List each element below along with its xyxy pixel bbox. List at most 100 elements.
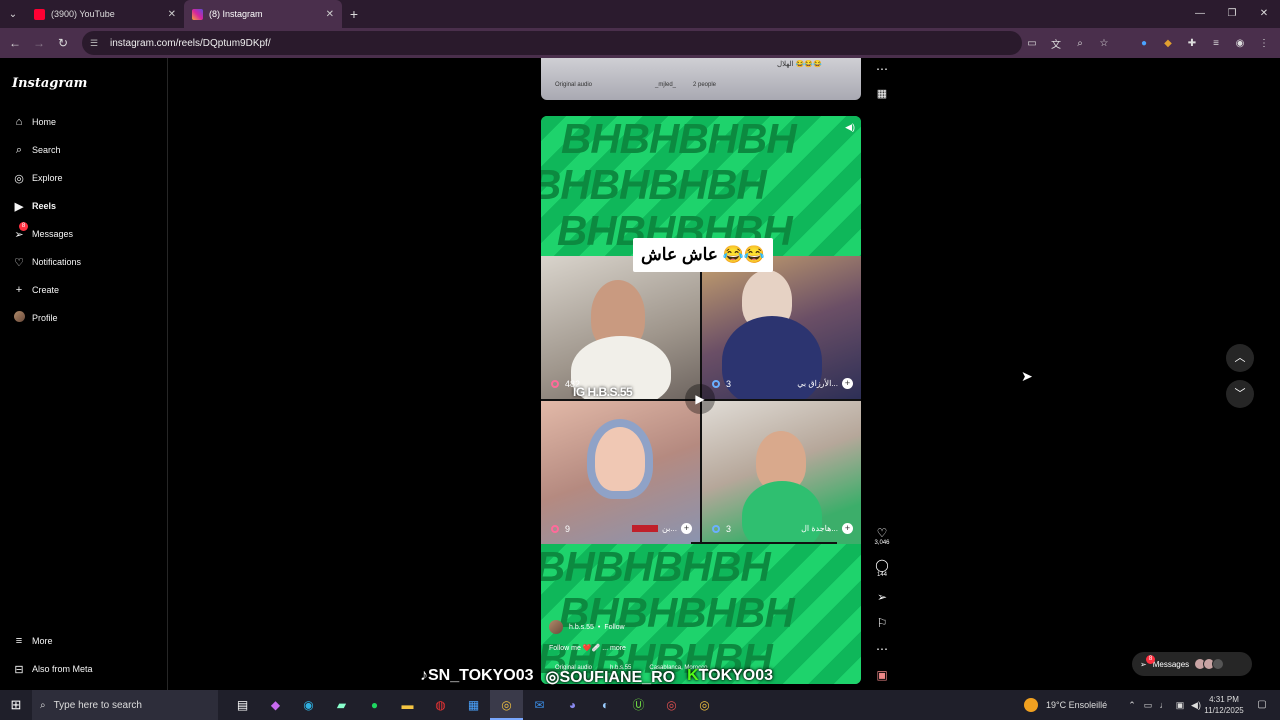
app-icon[interactable]: ▰ [325, 690, 358, 720]
sidebar-item-meta[interactable]: ⊟ Also from Meta [12, 659, 93, 679]
task-view-icon[interactable]: ▤ [226, 690, 259, 720]
tiktok-handle: ♪SN_TOKYO03 [420, 667, 534, 684]
extension-icon[interactable]: ◆ [1156, 38, 1180, 49]
audio-thumbnail[interactable]: ▣ [872, 668, 892, 682]
plus-icon: + [15, 284, 23, 296]
store-icon[interactable]: ▦ [457, 690, 490, 720]
install-app-icon[interactable]: ▭ [1020, 38, 1044, 49]
comment-icon: ◯ [875, 558, 889, 572]
sidebar-item-create[interactable]: + Create [12, 280, 59, 300]
browser-menu-icon[interactable]: ⋮ [1252, 38, 1276, 49]
bookmark-star-icon[interactable]: ☆ [1092, 38, 1116, 49]
sidebar-item-more[interactable]: ≡ More [12, 631, 53, 651]
discord-icon[interactable]: ◕ [556, 690, 589, 720]
forward-button[interactable]: → [27, 36, 51, 50]
author-username[interactable]: h.b.s.55 [569, 624, 594, 631]
plus-icon[interactable]: + [842, 378, 853, 389]
sidebar-item-notifications[interactable]: ♡ Notifications [12, 252, 81, 272]
previous-reel[interactable]: الهلال 😂😂😂 Original audio _mjled_ 2 peop… [541, 58, 861, 100]
sidebar-item-label: Search [32, 145, 61, 155]
close-icon[interactable]: ✕ [168, 9, 176, 20]
windows-taskbar: ⊞ ⌕ Type here to search ▤ ◆ ◉ ▰ ● ▬ ◍ ▦ … [0, 690, 1280, 720]
reload-button[interactable]: ↻ [51, 36, 75, 50]
sidebar-item-label: Messages [32, 229, 74, 239]
comment-button[interactable]: ◯ 144 [872, 558, 892, 578]
browser-toolbar: ▭ 文 ⌕ ☆ ● ◆ ✚ ≡ ◉ ⋮ [1020, 28, 1276, 58]
sidebar-item-messages[interactable]: ➢ 8 Messages [12, 221, 74, 244]
upwork-icon[interactable]: Ⓤ [622, 690, 655, 720]
media-control-icon[interactable]: ≡ [1204, 38, 1228, 49]
microphone-icon[interactable]: ♩ [1156, 700, 1172, 710]
tab-instagram[interactable]: (8) Instagram ✕ [184, 0, 342, 28]
reel-video[interactable]: BHBHBHBH BHBHBHBH BHBHBHBH ◀) 482 IG H.B… [541, 116, 861, 684]
back-button[interactable]: ← [3, 36, 27, 50]
chevron-up-icon: ︿ [1234, 352, 1246, 364]
extension-icon[interactable]: ● [1132, 38, 1156, 49]
clock-date: 11/12/2025 [1204, 706, 1244, 715]
close-window-button[interactable]: ✕ [1248, 0, 1280, 28]
profile-avatar[interactable]: ◉ [1228, 38, 1252, 49]
sidebar-item-search[interactable]: ⌕ Search [12, 140, 61, 160]
tab-youtube[interactable]: (3900) YouTube ✕ [26, 0, 184, 28]
app-icon[interactable]: ◍ [424, 690, 457, 720]
network-icon[interactable]: ▣ [1172, 700, 1188, 711]
instagram-logo[interactable]: Instagram [12, 76, 87, 91]
send-icon: ➢ [876, 590, 888, 604]
avatar[interactable] [549, 620, 563, 634]
chevron-up-icon[interactable]: ⌃ [1124, 700, 1140, 711]
file-explorer-icon[interactable]: ▬ [391, 690, 424, 720]
zoom-icon[interactable]: ⌕ [1068, 38, 1092, 49]
previous-reel-button[interactable]: ︿ [1226, 344, 1254, 372]
sidebar-item-profile[interactable]: Profile [12, 308, 58, 328]
save-button[interactable]: ⚐ [872, 616, 892, 630]
share-button[interactable]: ➢ [872, 590, 892, 604]
tab-title: (8) Instagram [209, 9, 263, 19]
tab-search-button[interactable]: ⌄ [0, 0, 26, 28]
notification-icon[interactable]: ▢ [1252, 690, 1272, 720]
taskbar-search[interactable]: ⌕ Type here to search [32, 690, 218, 720]
sidebar-item-reels[interactable]: ▶ Reels [12, 196, 56, 216]
play-icon[interactable]: ▶ [685, 384, 715, 414]
sidebar-item-home[interactable]: ⌂ Home [12, 112, 56, 132]
reel-caption-text[interactable]: Follow me ❤️🩹 ... more [549, 644, 626, 652]
new-tab-button[interactable]: + [342, 6, 366, 22]
sidebar-item-label: Create [32, 285, 60, 295]
system-clock[interactable]: 4:31 PM 11/12/2025 [1200, 694, 1248, 716]
minimize-button[interactable]: — [1184, 0, 1216, 28]
weather-widget[interactable]: 19°C Ensoleillé [1024, 690, 1107, 720]
sidebar-item-explore[interactable]: ◎ Explore [12, 168, 62, 188]
steam-icon[interactable]: ◐ [589, 690, 622, 720]
edge-icon[interactable]: ◉ [292, 690, 325, 720]
battery-icon[interactable]: ▭ [1140, 700, 1156, 711]
extensions-puzzle-icon[interactable]: ✚ [1180, 38, 1204, 49]
cell-count: 3 [726, 524, 732, 534]
plus-icon[interactable]: + [842, 523, 853, 534]
volume-icon[interactable]: ◀) [845, 122, 855, 133]
more-options-button[interactable]: ⋯ [872, 642, 892, 656]
close-icon[interactable]: ✕ [326, 9, 334, 20]
messages-pill[interactable]: ➢ 8 Messages [1132, 652, 1252, 676]
url-field[interactable]: ☰ instagram.com/reels/DQptum9DKpf/ [82, 31, 1022, 55]
copilot-icon[interactable]: ◆ [259, 690, 292, 720]
follow-button[interactable]: Follow [604, 624, 624, 631]
plus-icon[interactable]: + [681, 523, 692, 534]
prev-more-icon[interactable]: ⋯ [872, 60, 892, 78]
kick-handle: KTOKYO03 [687, 667, 774, 684]
like-button[interactable]: ♡ 3,046 [872, 526, 892, 546]
search-icon: ⌕ [40, 699, 46, 711]
restore-button[interactable]: ❐ [1216, 0, 1248, 28]
prev-audio-thumb[interactable]: ▦ [872, 84, 892, 102]
instagram-icon [192, 8, 203, 20]
windows-start-icon[interactable]: ⊞ [0, 697, 32, 713]
site-info-icon[interactable]: ☰ [90, 38, 102, 49]
sidebar-item-label: Also from Meta [32, 664, 93, 674]
chrome-icon[interactable]: ◎ [490, 690, 523, 720]
spotify-icon[interactable]: ● [358, 690, 391, 720]
next-reel-button[interactable]: ﹀ [1226, 380, 1254, 408]
chrome-icon[interactable]: ◎ [655, 690, 688, 720]
mail-icon[interactable]: ✉ [523, 690, 556, 720]
instagram-handle: ◎SOUFIANE_RO [545, 669, 676, 686]
translate-icon[interactable]: 文 [1044, 36, 1068, 51]
chrome-icon[interactable]: ◎ [688, 690, 721, 720]
send-icon: ➢ 8 [1140, 654, 1155, 669]
